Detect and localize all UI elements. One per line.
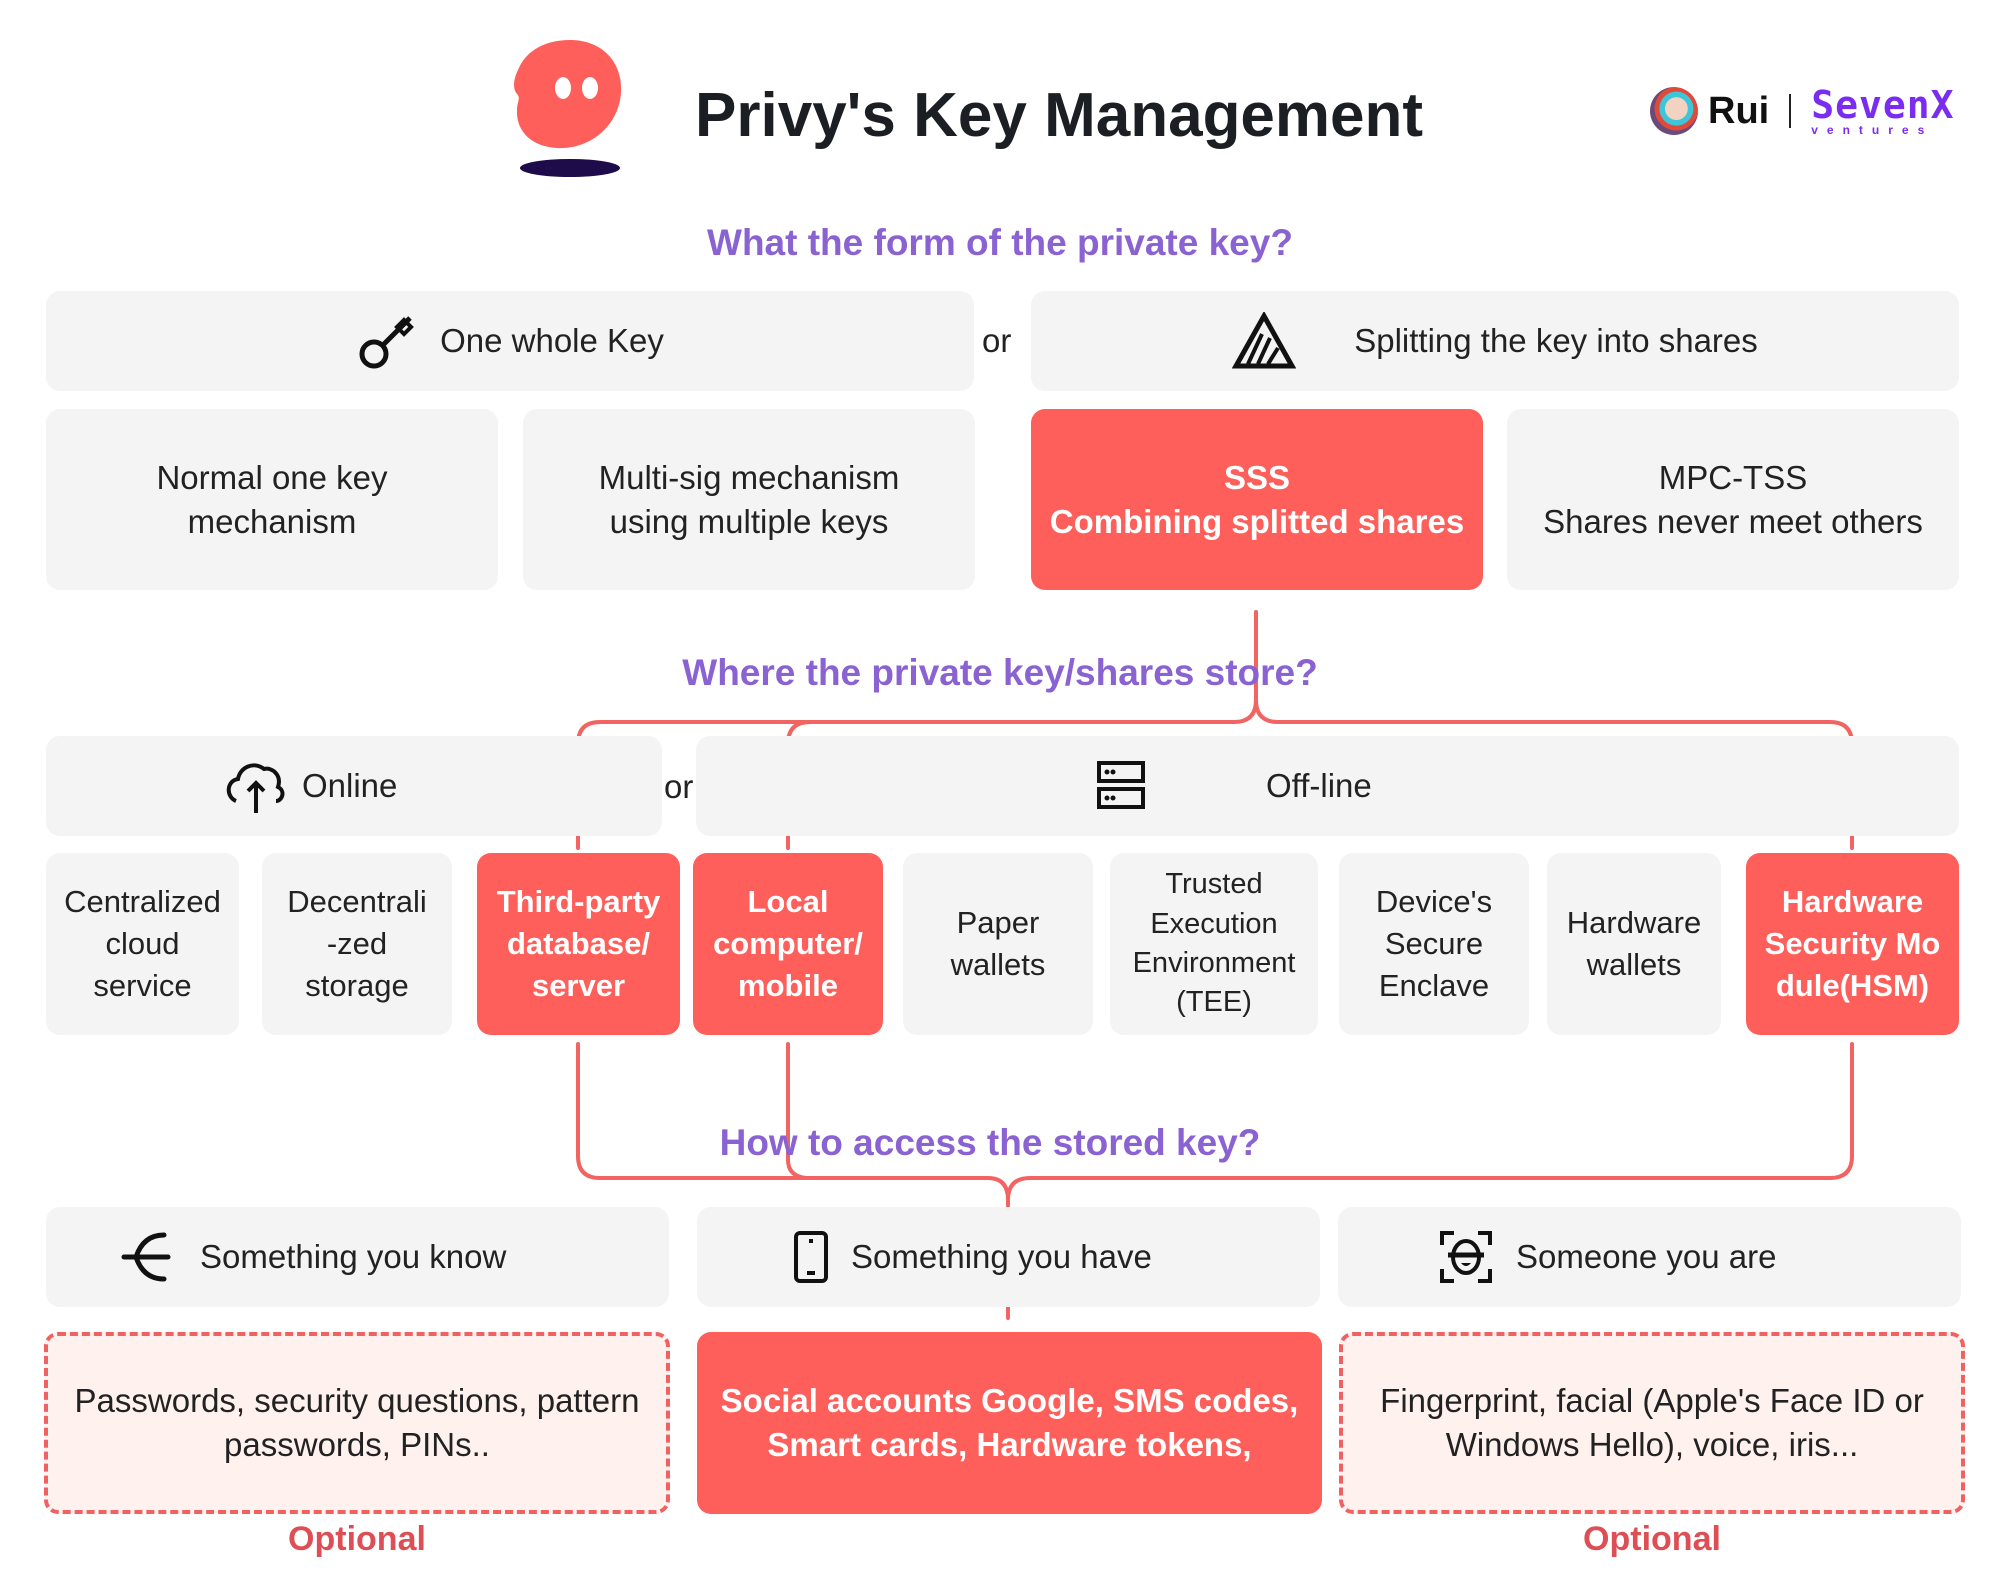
face-scan-icon (1440, 1231, 1492, 1283)
option-label: Online (302, 767, 398, 805)
option-online: Online (46, 736, 662, 836)
key-icon (359, 316, 414, 369)
storage-line: database/ (506, 926, 650, 962)
storage-centralized-cloud: Centralized cloud service (46, 853, 239, 1035)
or-label: or (982, 322, 1012, 359)
brand-sub: Ventures (1811, 123, 1934, 137)
option-label: One whole Key (440, 322, 664, 360)
storage-line: server (531, 967, 626, 1003)
storage-line: dule(HSM) (1775, 967, 1930, 1003)
option-label: Someone you are (1516, 1238, 1777, 1276)
mechanism-line: Normal one key (156, 458, 388, 496)
storage-line: service (93, 967, 192, 1003)
storage-hardware-wallets: Hardware wallets (1547, 853, 1721, 1035)
storage-line: Hardware (1781, 884, 1924, 920)
brand-logo: SevenX Ventures (1811, 86, 1954, 136)
storage-line: Centralized (64, 884, 221, 920)
option-label: Off-line (1266, 767, 1372, 805)
author-badge: Rui SevenX Ventures (1650, 86, 1955, 136)
storage-line: Hardware (1566, 905, 1702, 941)
mechanism-line: Shares never meet others (1543, 502, 1923, 540)
split-triangle-icon (1232, 312, 1297, 369)
option-label: Something you know (200, 1238, 507, 1276)
mechanism-line: Combining splitted shares (1049, 502, 1465, 540)
mechanism-sss: SSS Combining splitted shares (1031, 409, 1483, 590)
storage-line: Secure (1384, 926, 1484, 962)
divider (1789, 94, 1792, 128)
storage-line: Third-party (496, 884, 661, 920)
privy-ghost-logo-icon (514, 40, 622, 177)
storage-line: (TEE) (1176, 986, 1252, 1019)
author-avatar-icon (1650, 87, 1698, 135)
storage-line: Decentrali (287, 884, 427, 920)
mechanism-line: using multiple keys (609, 502, 889, 540)
storage-line: cloud (105, 926, 180, 962)
storage-tee: Trusted Execution Environment (TEE) (1110, 853, 1318, 1035)
mechanism-line: mechanism (187, 502, 357, 540)
server-icon (1097, 761, 1145, 809)
detail-something-you-know: Passwords, security questions, pattern pa… (44, 1332, 670, 1514)
mechanism-mpc-tss: MPC-TSS Shares never meet others (1507, 409, 1959, 590)
storage-line: Local (747, 884, 829, 920)
option-offline: Off-line (696, 736, 1959, 836)
storage-line: Trusted (1165, 868, 1263, 901)
storage-line: Enclave (1378, 967, 1490, 1003)
mechanism-line: SSS (1223, 458, 1291, 496)
detail-line: passwords, PINs.. (224, 1426, 490, 1463)
optional-label-left: Optional (288, 1520, 426, 1558)
page-title: Privy's Key Management (695, 81, 1424, 150)
storage-secure-enclave: Device's Secure Enclave (1339, 853, 1529, 1035)
storage-hsm: Hardware Security Mo dule(HSM) (1746, 853, 1959, 1035)
storage-line: -zed (326, 926, 388, 962)
storage-paper-wallets: Paper wallets (903, 853, 1093, 1035)
storage-line: storage (305, 967, 409, 1003)
storage-decentralized: Decentrali -zed storage (262, 853, 452, 1035)
detail-something-you-have: Social accounts Google, SMS codes, Smart … (697, 1332, 1322, 1514)
author-name: Rui (1708, 89, 1770, 132)
question-key-access: How to access the stored key? (719, 1122, 1261, 1163)
storage-line: Security Mo (1764, 926, 1941, 962)
storage-line: Environment (1132, 947, 1296, 979)
brand-name: SevenX (1811, 83, 1955, 127)
optional-label-right: Optional (1583, 1520, 1721, 1558)
detail-line: Passwords, security questions, pattern (74, 1382, 640, 1420)
option-label: Splitting the key into shares (1354, 322, 1758, 360)
access-something-you-have: Something you have (697, 1207, 1320, 1307)
detail-line: Smart cards, Hardware tokens, (767, 1426, 1252, 1463)
storage-line: Execution (1150, 907, 1278, 940)
mechanism-normal-one-key: Normal one key mechanism (46, 409, 498, 590)
cloud-upload-icon (226, 763, 285, 813)
option-split-key: Splitting the key into shares (1031, 291, 1959, 391)
access-someone-you-are: Someone you are (1338, 1207, 1961, 1307)
storage-line: Paper (956, 905, 1040, 941)
storage-line: mobile (738, 967, 838, 1003)
detail-line: Social accounts Google, SMS codes, (720, 1382, 1299, 1420)
detail-line: Windows Hello), voice, iris... (1445, 1426, 1859, 1463)
storage-line: computer/ (713, 926, 863, 962)
storage-line: wallets (1586, 947, 1682, 982)
storage-line: wallets (950, 947, 1046, 982)
fork-arrow-icon (121, 1232, 171, 1282)
detail-someone-you-are: Fingerprint, facial (Apple's Face ID or W… (1339, 1332, 1965, 1514)
option-one-whole-key: One whole Key (46, 291, 974, 391)
or-label: or (664, 768, 694, 805)
mechanism-line: Multi-sig mechanism (598, 458, 900, 496)
storage-line: Device's (1375, 884, 1493, 920)
access-something-you-know: Something you know (46, 1207, 669, 1307)
storage-third-party-server: Third-party database/server (477, 853, 680, 1035)
storage-local-computer-mobile: Local computer/mobile (693, 853, 883, 1035)
phone-icon (794, 1231, 828, 1283)
question-key-storage: Where the private key/shares store? (682, 652, 1318, 693)
question-key-form: What the form of the private key? (707, 222, 1293, 263)
detail-line: Fingerprint, facial (Apple's Face ID or (1380, 1382, 1924, 1420)
mechanism-line: MPC-TSS (1658, 458, 1808, 496)
privy-logo (508, 38, 628, 183)
option-label: Something you have (851, 1238, 1152, 1276)
mechanism-multisig: Multi-sig mechanism using multiple keys (523, 409, 975, 590)
